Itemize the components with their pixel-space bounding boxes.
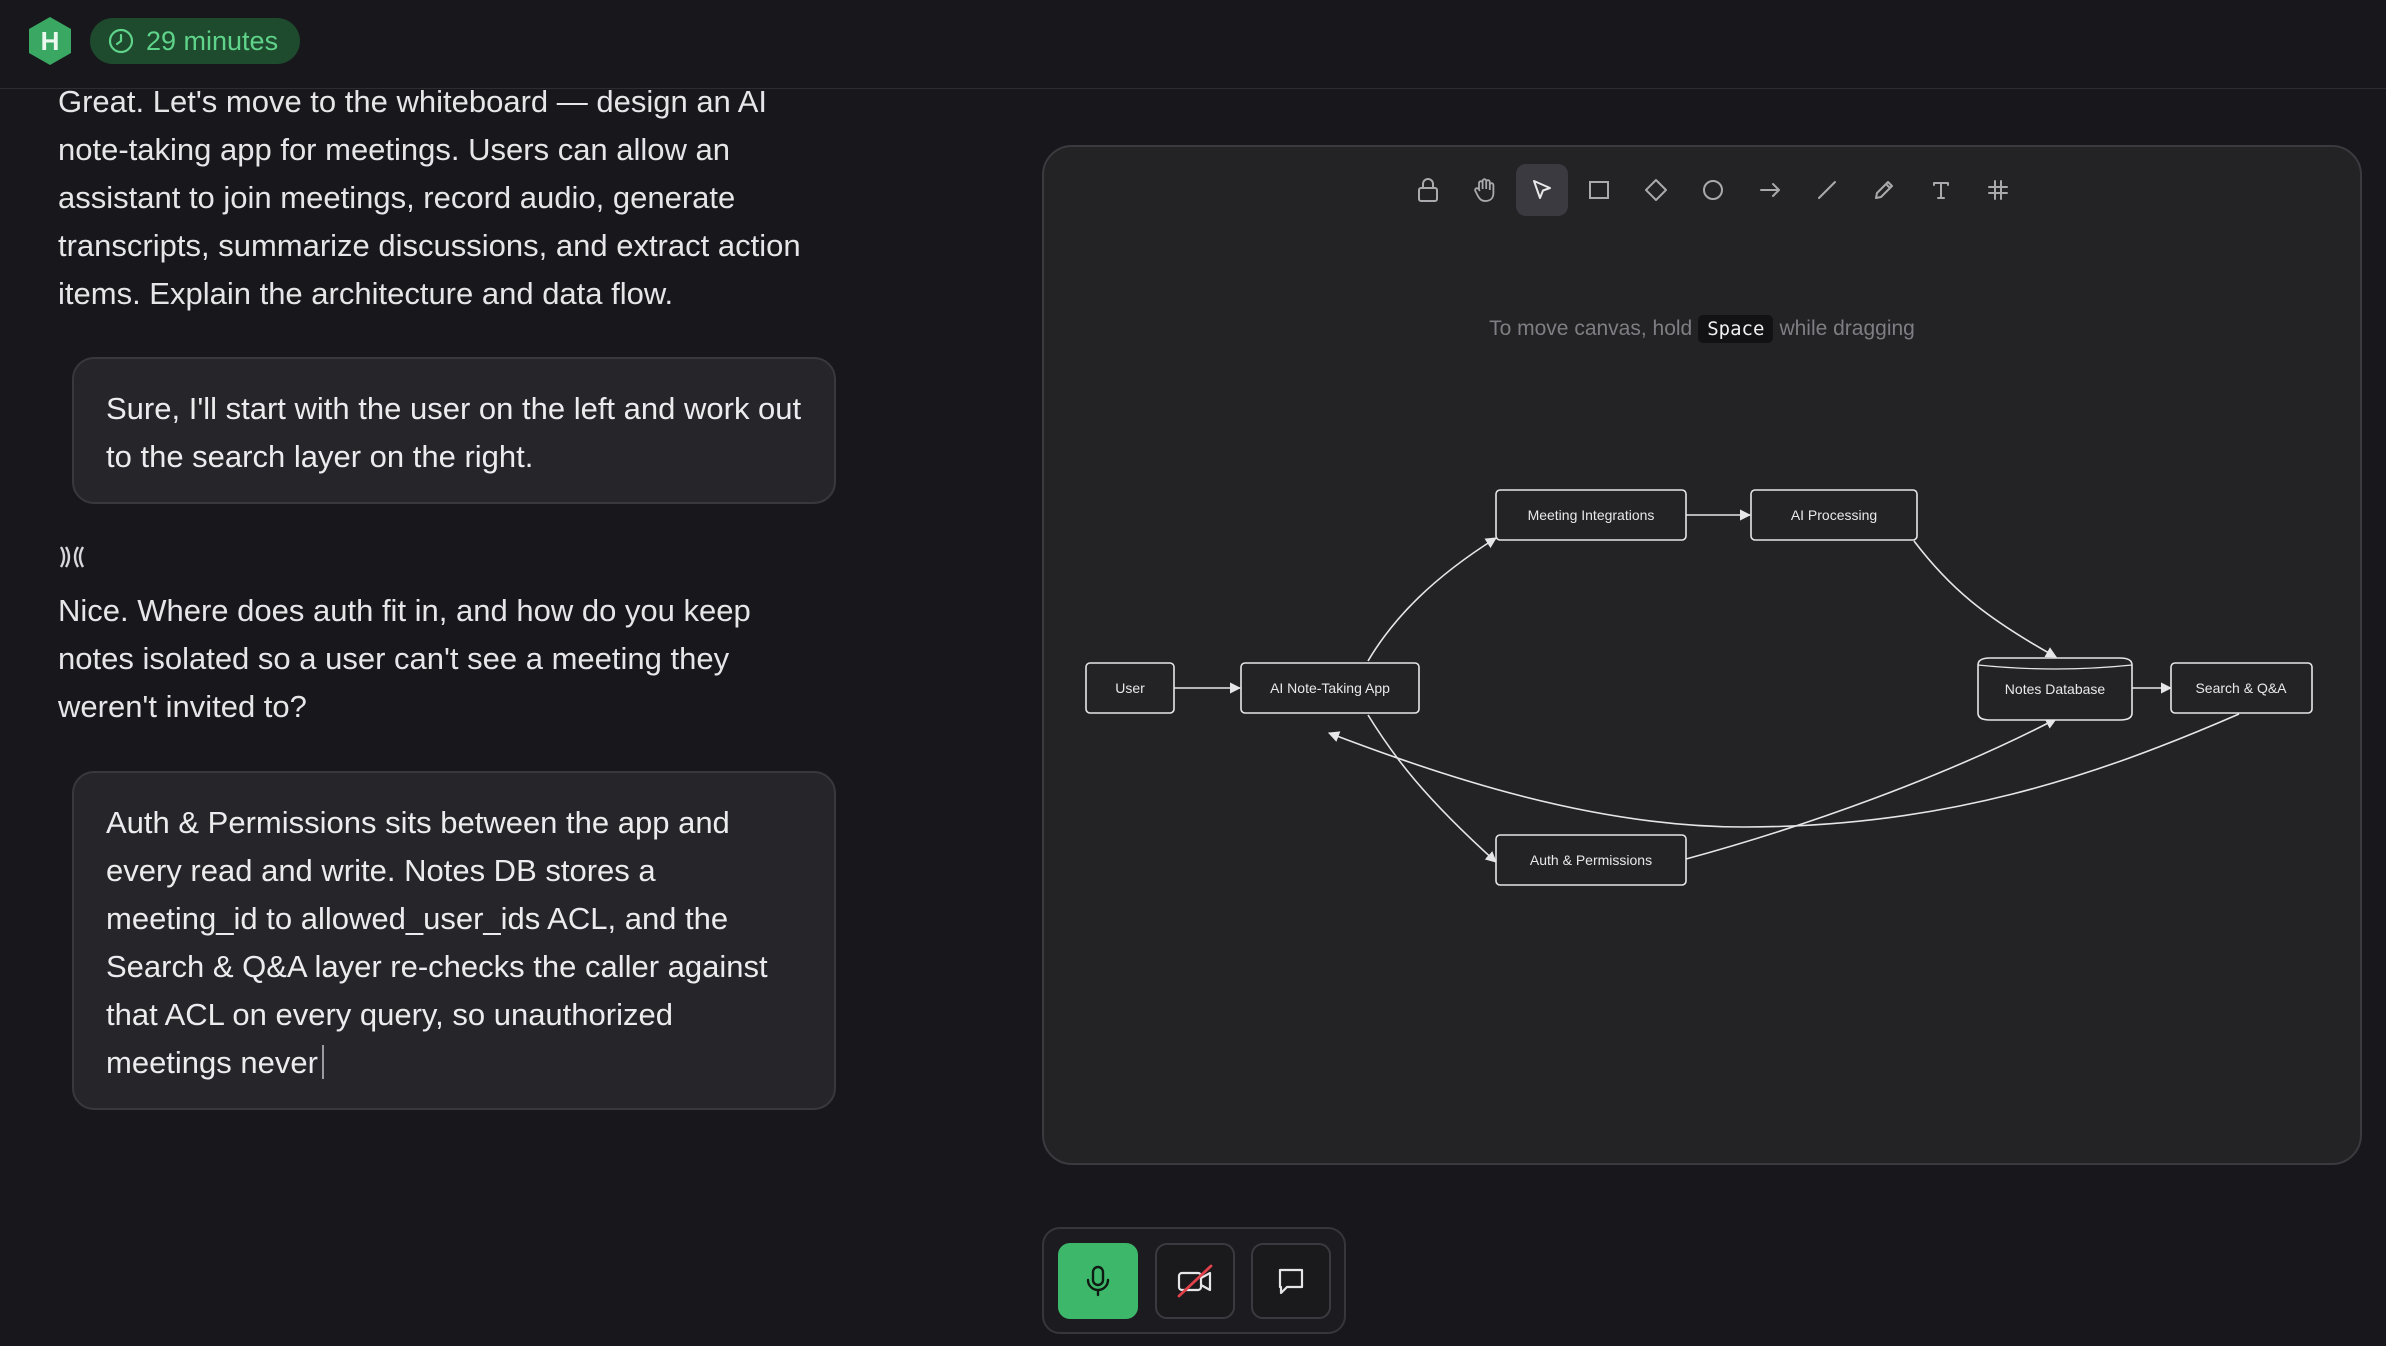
- architecture-diagram: User AI Note-Taking App Meeting Integrat…: [1085, 489, 2313, 886]
- camera-button[interactable]: [1155, 1243, 1235, 1319]
- ai-message: Great. Let's move to the whiteboard — de…: [58, 84, 801, 311]
- whiteboard-canvas[interactable]: To move canvas, hold Space while dragging: [1042, 145, 2362, 1165]
- node-label: Search & Q&A: [2195, 680, 2287, 696]
- node-label: Auth & Permissions: [1530, 852, 1652, 868]
- node-label: AI Processing: [1791, 507, 1877, 523]
- node-search-qa[interactable]: Search & Q&A: [2170, 662, 2313, 714]
- node-label: User: [1115, 680, 1145, 696]
- user-message-text: Sure, I'll start with the user on the le…: [106, 391, 802, 474]
- ai-message: Nice. Where does auth fit in, and how do…: [58, 593, 751, 724]
- app-logo: H: [27, 16, 73, 66]
- user-message-bubble: Sure, I'll start with the user on the le…: [72, 357, 836, 504]
- node-ai-processing[interactable]: AI Processing: [1750, 489, 1918, 541]
- node-user[interactable]: User: [1085, 662, 1175, 714]
- top-bar: H 29 minutes: [0, 0, 2386, 89]
- audio-wave-icon: [58, 544, 86, 575]
- edge-search-app: [1327, 713, 2240, 828]
- microphone-icon: [1086, 1265, 1110, 1297]
- typing-cursor: [321, 1045, 324, 1079]
- edge-auth-db: [1685, 718, 2057, 860]
- timer-label: 29 minutes: [146, 25, 279, 56]
- node-meeting-integrations[interactable]: Meeting Integrations: [1495, 489, 1687, 541]
- call-controls: [1042, 1227, 1346, 1334]
- camera-off-icon: [1177, 1264, 1213, 1298]
- node-label: AI Note-Taking App: [1270, 680, 1390, 696]
- chat-bubble-icon: [1278, 1268, 1304, 1295]
- node-label: Meeting Integrations: [1528, 507, 1655, 523]
- edge-app-auth: [1367, 714, 1497, 863]
- node-auth-permissions[interactable]: Auth & Permissions: [1495, 834, 1687, 886]
- chat-button[interactable]: [1251, 1243, 1331, 1319]
- microphone-button[interactable]: [1058, 1243, 1138, 1319]
- user-message-text: Auth & Permissions sits between the app …: [106, 805, 768, 1080]
- edge-app-integrations: [1367, 537, 1497, 662]
- clock-icon: [108, 28, 134, 54]
- user-message-bubble: Auth & Permissions sits between the app …: [72, 771, 836, 1110]
- logo-letter: H: [41, 26, 60, 56]
- timer-badge: 29 minutes: [90, 18, 300, 64]
- node-ai-note-taking-app[interactable]: AI Note-Taking App: [1240, 662, 1420, 714]
- node-notes-database[interactable]: Notes Database: [1977, 657, 2133, 721]
- node-label: Notes Database: [2005, 681, 2106, 697]
- edge-ai-db: [1913, 540, 2057, 658]
